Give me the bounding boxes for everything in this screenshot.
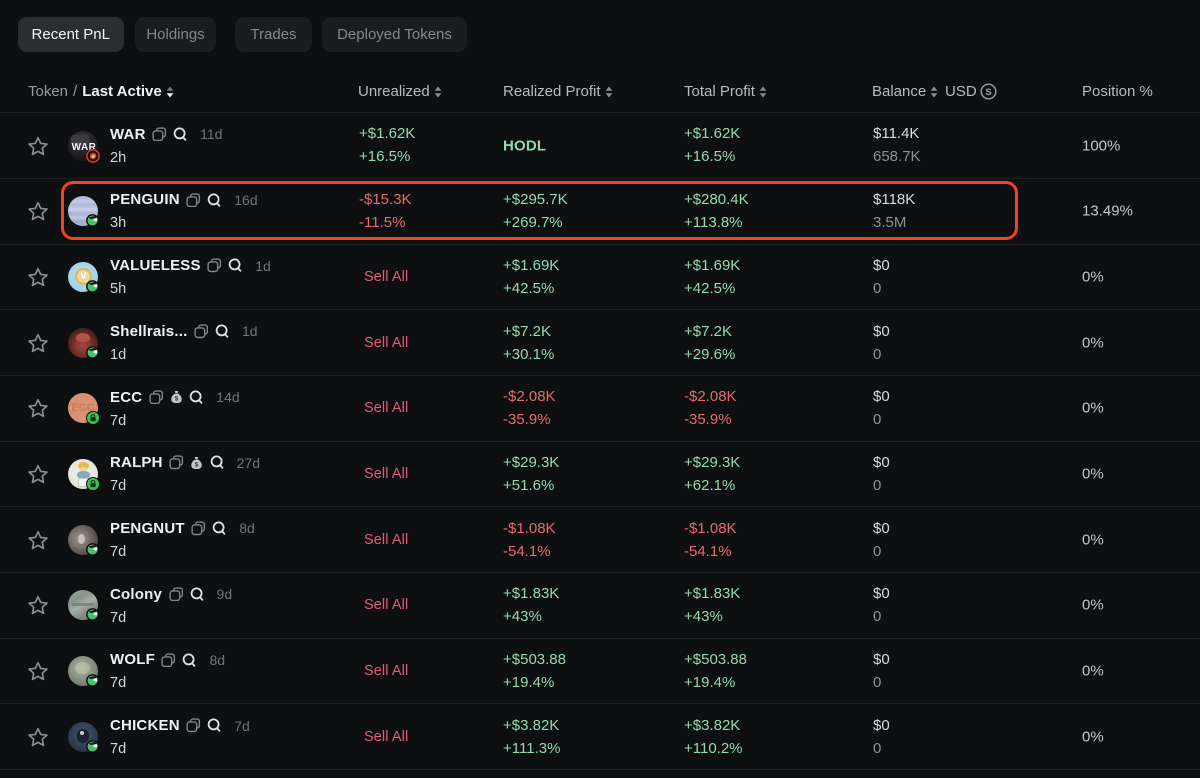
svg-text:S: S bbox=[985, 87, 991, 98]
svg-text:$: $ bbox=[195, 461, 199, 468]
svg-text:$: $ bbox=[174, 395, 178, 402]
